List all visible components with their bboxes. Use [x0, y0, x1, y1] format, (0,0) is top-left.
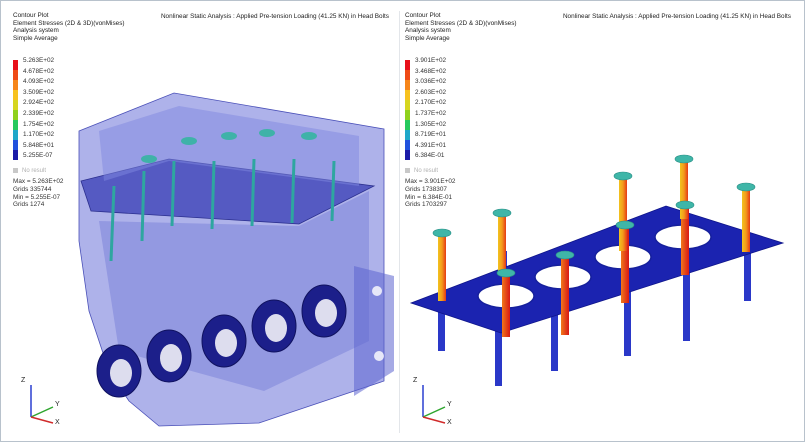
bolt-head [674, 154, 694, 164]
head-gasket-plate [409, 205, 785, 334]
bolt-shank [619, 176, 627, 251]
pane-divider [399, 11, 400, 433]
left-axis-triad: Z Y X [19, 369, 79, 429]
flange-hole [374, 351, 384, 361]
triad-x-axis [30, 416, 54, 424]
left-bolt [290, 158, 296, 224]
triad-x-label: X [447, 419, 452, 426]
left-bolt-head [181, 137, 197, 145]
bolt-shank [498, 213, 506, 275]
crank-bore-hole [110, 359, 132, 387]
triad-y-label: Y [447, 401, 452, 408]
bolt-shank [680, 159, 688, 219]
left-bolt [140, 170, 146, 242]
right-viewport[interactable]: Contour Plot Element Stresses (2D & 3D)(… [401, 11, 799, 433]
left-bolt-head [259, 129, 275, 137]
screenshot-frame: Contour Plot Element Stresses (2D & 3D)(… [0, 0, 805, 442]
crank-bore-hole [265, 314, 287, 342]
crank-bore-hole [215, 329, 237, 357]
bolt-shank-lower [683, 266, 690, 341]
triad-z-label: Z [21, 377, 26, 384]
left-bolt-head [221, 132, 237, 140]
right-axis-triad: Z Y X [411, 369, 471, 429]
left-bolt-head [141, 155, 157, 163]
triad-x-label: X [55, 419, 60, 426]
crank-bore-hole [315, 299, 337, 327]
bolt-head [432, 228, 452, 238]
bolt-head [615, 220, 635, 230]
bolt-head [492, 208, 512, 218]
bolt-shank [502, 273, 510, 337]
bolt-head [675, 200, 695, 210]
triad-y-axis [30, 406, 54, 418]
crank-bore-hole [160, 344, 182, 372]
flange-hole [372, 286, 382, 296]
bolt-head [736, 182, 756, 192]
bolt-head [613, 171, 633, 181]
left-bolt [330, 160, 336, 222]
triad-y-axis [422, 406, 446, 418]
bolt-shank [561, 255, 569, 335]
bolt-shank [438, 233, 446, 301]
bolt-shank [742, 187, 750, 252]
left-bolt [170, 160, 176, 227]
left-bolt-head [301, 132, 317, 140]
triad-z-label: Z [413, 377, 418, 384]
bolt-head [496, 268, 516, 278]
engine-end-flange [354, 266, 394, 396]
left-viewport[interactable]: Contour Plot Element Stresses (2D & 3D)(… [9, 11, 397, 433]
triad-x-axis [422, 416, 446, 424]
bolt-head [555, 250, 575, 260]
triad-y-label: Y [55, 401, 60, 408]
left-bolt [210, 160, 216, 230]
left-bolt [250, 158, 256, 227]
